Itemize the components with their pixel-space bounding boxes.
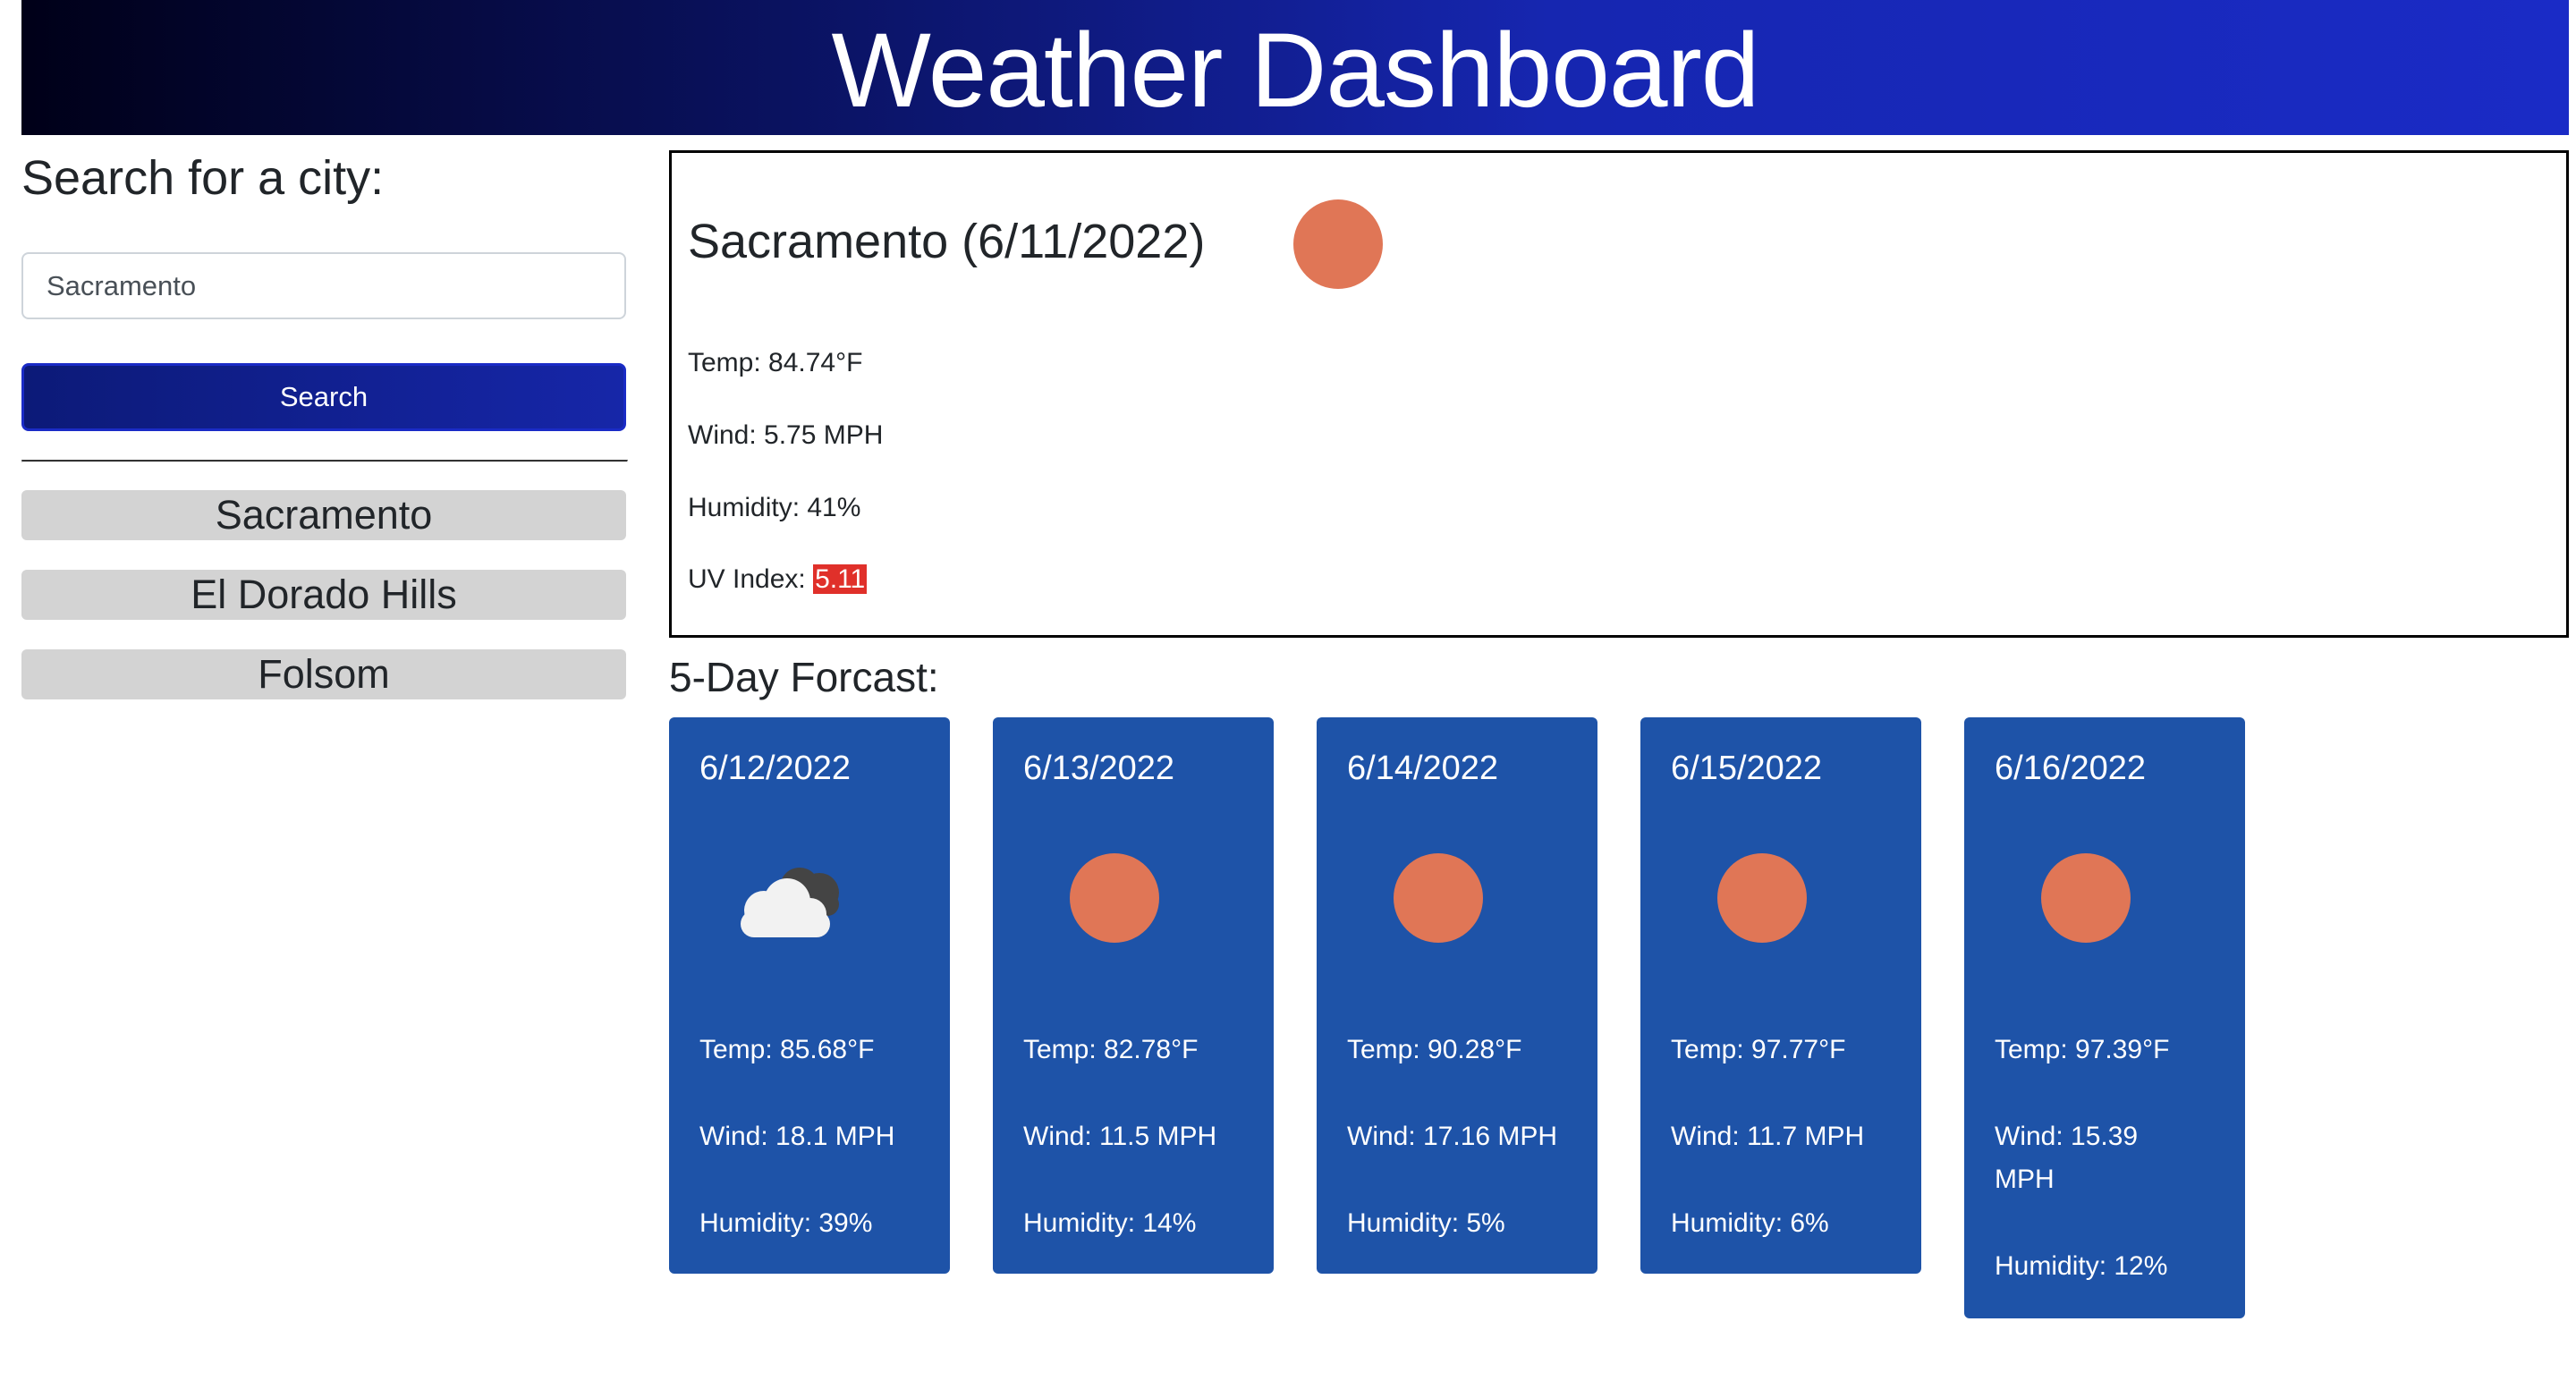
forecast-wind: Wind: 11.7 MPH — [1671, 1122, 1865, 1151]
forecast-wind: Wind: 17.16 MPH — [1347, 1122, 1558, 1151]
history-item-el-dorado-hills[interactable]: El Dorado Hills — [21, 570, 626, 620]
forecast-humidity: Humidity: 39% — [699, 1208, 873, 1238]
search-history-list: Sacramento El Dorado Hills Folsom — [21, 490, 626, 729]
forecast-humidity: Humidity: 5% — [1347, 1208, 1505, 1238]
forecast-card: 6/16/2022 Temp: 97.39°F Wind: 15.39 MPH … — [1964, 717, 2245, 1318]
forecast-temp: Temp: 90.28°F — [1347, 1035, 1522, 1064]
forecast-card: 6/15/2022 Temp: 97.77°F Wind: 11.7 MPH H… — [1640, 717, 1921, 1274]
forecast-card: 6/14/2022 Temp: 90.28°F Wind: 17.16 MPH … — [1317, 717, 1597, 1274]
forecast-card: 6/13/2022 Temp: 82.78°F Wind: 11.5 MPH H… — [993, 717, 1274, 1274]
forecast-temp: Temp: 97.77°F — [1671, 1035, 1846, 1064]
current-wind: Wind: 5.75 MPH — [688, 420, 884, 450]
forecast-card: 6/12/2022 Temp: 85.68°F Wind: 18.1 MPH H… — [669, 717, 950, 1274]
sun-icon — [2041, 853, 2131, 943]
sun-icon — [1070, 853, 1159, 943]
forecast-heading: 5-Day Forcast: — [669, 654, 939, 700]
sidebar-divider — [21, 460, 628, 462]
page-header: Weather Dashboard — [21, 0, 2569, 135]
forecast-date: 6/16/2022 — [1995, 750, 2147, 787]
forecast-date: 6/12/2022 — [699, 750, 852, 787]
search-button[interactable]: Search — [21, 363, 626, 431]
forecast-date: 6/14/2022 — [1347, 750, 1499, 787]
current-uv-index: UV Index: 5.11 — [688, 564, 868, 595]
city-search-input[interactable] — [21, 252, 626, 319]
forecast-wind: Wind: 11.5 MPH — [1023, 1122, 1217, 1151]
current-humidity: Humidity: 41% — [688, 493, 861, 522]
current-weather-panel: Sacramento (6/11/2022) Temp: 84.74°F Win… — [669, 150, 2569, 638]
uv-index-badge: 5.11 — [813, 564, 868, 594]
cloud-icon — [721, 851, 855, 950]
forecast-humidity: Humidity: 14% — [1023, 1208, 1197, 1238]
sun-icon — [1717, 853, 1807, 943]
forecast-temp: Temp: 97.39°F — [1995, 1035, 2170, 1064]
current-city-title: Sacramento (6/11/2022) — [688, 215, 1206, 268]
sun-icon — [1293, 199, 1383, 289]
forecast-humidity: Humidity: 6% — [1671, 1208, 1829, 1238]
forecast-temp: Temp: 82.78°F — [1023, 1035, 1199, 1064]
current-temp: Temp: 84.74°F — [688, 348, 863, 377]
page-title: Weather Dashboard — [831, 11, 1760, 130]
forecast-temp: Temp: 85.68°F — [699, 1035, 875, 1064]
history-item-folsom[interactable]: Folsom — [21, 649, 626, 699]
uv-index-label: UV Index: — [688, 564, 814, 594]
forecast-wind: Wind: 15.39 MPH — [1995, 1122, 2139, 1194]
forecast-date: 6/13/2022 — [1023, 750, 1175, 787]
sun-icon — [1394, 853, 1483, 943]
forecast-humidity: Humidity: 12% — [1995, 1251, 2168, 1281]
history-item-sacramento[interactable]: Sacramento — [21, 490, 626, 540]
forecast-wind: Wind: 18.1 MPH — [699, 1122, 895, 1151]
search-heading: Search for a city: — [21, 151, 385, 205]
forecast-date: 6/15/2022 — [1671, 750, 1823, 787]
